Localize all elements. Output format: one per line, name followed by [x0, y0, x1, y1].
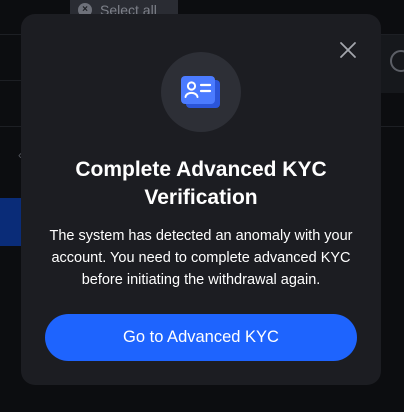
- close-icon: [340, 42, 356, 58]
- kyc-modal: Complete Advanced KYC Verification The s…: [21, 14, 381, 385]
- close-button[interactable]: [339, 41, 357, 59]
- modal-description: The system has detected an anomaly with …: [49, 228, 353, 288]
- id-card-icon: [181, 76, 220, 108]
- go-to-advanced-kyc-button[interactable]: Go to Advanced KYC: [45, 314, 357, 361]
- background-accent-strip: [0, 198, 22, 246]
- icon-badge: [161, 52, 241, 132]
- modal-title: Complete Advanced KYC Verification: [75, 158, 327, 209]
